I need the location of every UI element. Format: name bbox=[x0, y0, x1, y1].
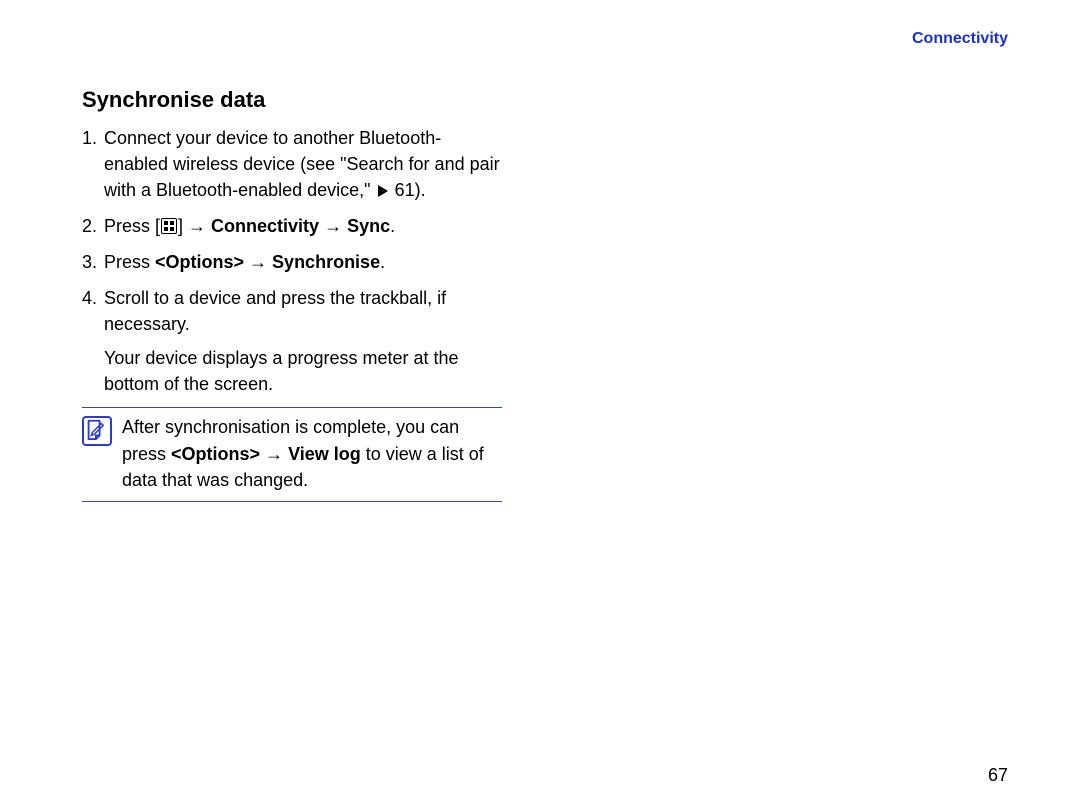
step-number: 3. bbox=[82, 249, 104, 275]
note-text: After synchronisation is complete, you c… bbox=[122, 414, 502, 492]
text: Connect your device to another Bluetooth… bbox=[104, 128, 500, 200]
note-icon bbox=[82, 416, 112, 446]
menu-path-item: Sync bbox=[347, 216, 390, 236]
text: Press [ bbox=[104, 216, 160, 236]
menu-path-item: Connectivity bbox=[211, 216, 319, 236]
text: Your device displays a progress meter at… bbox=[104, 345, 502, 397]
menu-key-icon bbox=[161, 218, 177, 234]
text: . bbox=[380, 252, 385, 272]
text: ] → bbox=[178, 216, 211, 236]
step-number: 2. bbox=[82, 213, 104, 239]
step-text: Connect your device to another Bluetooth… bbox=[104, 125, 502, 203]
menu-path-item: Synchronise bbox=[272, 252, 380, 272]
step-text: Press <Options> → Synchronise. bbox=[104, 249, 502, 275]
step-3: 3. Press <Options> → Synchronise. bbox=[82, 249, 502, 275]
step-text: Scroll to a device and press the trackba… bbox=[104, 285, 502, 397]
text: → bbox=[244, 252, 272, 272]
text: Scroll to a device and press the trackba… bbox=[104, 285, 502, 337]
step-text: Press [ ] → Connectivity → Sync. bbox=[104, 213, 502, 239]
manual-page: Connectivity Synchronise data 1. Connect… bbox=[0, 0, 1080, 810]
softkey-label: <Options> bbox=[171, 444, 260, 464]
menu-path-item: View log bbox=[288, 444, 361, 464]
section-heading: Synchronise data bbox=[82, 86, 502, 115]
step-2: 2. Press [ ] → Connectivity → Sync. bbox=[82, 213, 502, 239]
xref-page: 61 bbox=[395, 180, 415, 200]
body-column: Synchronise data 1. Connect your device … bbox=[82, 86, 502, 502]
text: Press bbox=[104, 252, 155, 272]
text: . bbox=[390, 216, 395, 236]
step-number: 1. bbox=[82, 125, 104, 203]
step-1: 1. Connect your device to another Blueto… bbox=[82, 125, 502, 203]
page-number: 67 bbox=[988, 765, 1008, 786]
softkey-label: <Options> bbox=[155, 252, 244, 272]
text: → bbox=[319, 216, 347, 236]
note-block: After synchronisation is complete, you c… bbox=[82, 407, 502, 501]
step-4: 4. Scroll to a device and press the trac… bbox=[82, 285, 502, 397]
step-number: 4. bbox=[82, 285, 104, 397]
section-breadcrumb: Connectivity bbox=[912, 30, 1008, 48]
text: ). bbox=[415, 180, 426, 200]
xref-triangle-icon bbox=[378, 185, 388, 197]
text: → bbox=[260, 444, 288, 464]
